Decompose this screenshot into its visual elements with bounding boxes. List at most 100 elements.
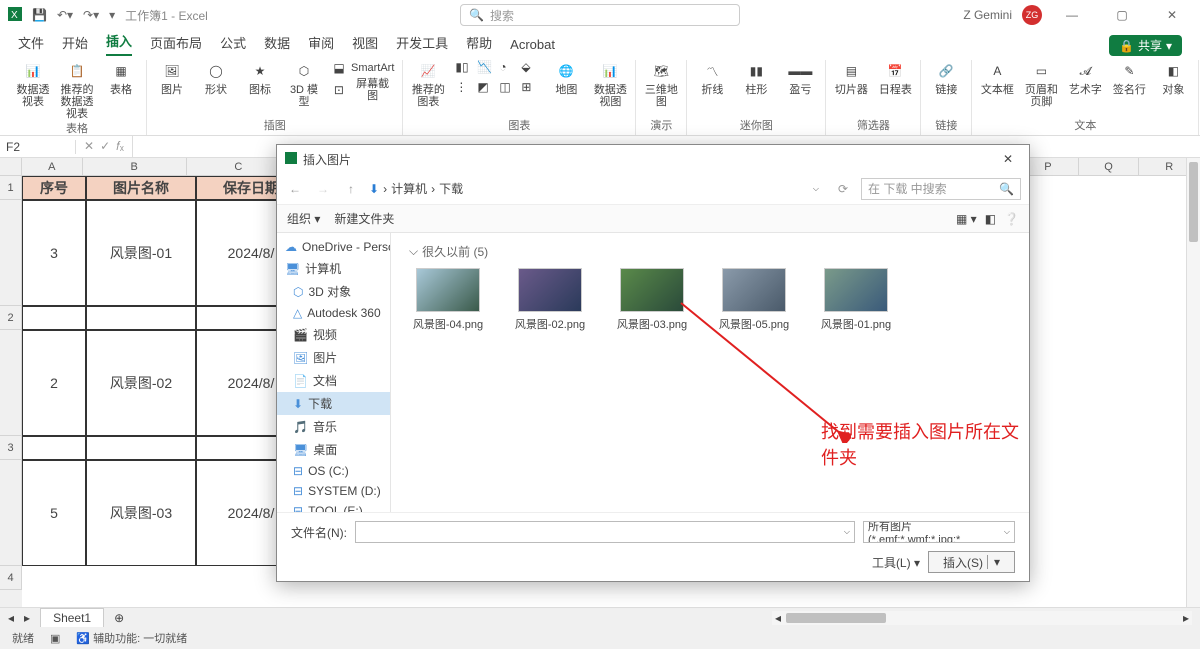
pictures-button[interactable]: 🖼图片 [155,60,189,96]
up-button[interactable]: ↑ [341,179,361,199]
chart-gallery[interactable]: ▮▯📉◔⬙ ⋮◩◫⊞ [455,60,539,96]
shapes-button[interactable]: ◯形状 [199,60,233,96]
nav-item[interactable]: 🖥桌面 [277,438,390,461]
close-button[interactable]: ✕ [1152,1,1192,29]
table-cell[interactable]: 风景图-02 [86,330,196,436]
nav-item[interactable]: ⊟SYSTEM (D:) [277,481,390,501]
back-button[interactable]: ← [285,179,305,199]
user-name[interactable]: Z Gemini [963,8,1012,22]
table-button[interactable]: ▦表格 [104,60,138,96]
share-button[interactable]: 🔒 共享 ▾ [1109,35,1182,56]
recommended-charts-button[interactable]: 📈推荐的图表 [411,60,445,108]
tab-insert[interactable]: 插入 [106,31,132,56]
column-header[interactable]: A [22,158,83,176]
sheet-nav-next[interactable]: ▸ [24,611,30,625]
nav-item[interactable]: 📄文档 [277,369,390,392]
tab-acrobat[interactable]: Acrobat [510,37,555,56]
forward-button[interactable]: → [313,179,333,199]
close-icon[interactable]: ✕ [995,149,1021,169]
sparkline-line-button[interactable]: 〽折线 [695,60,729,96]
horizontal-scrollbar[interactable]: ◂▸ [772,611,1192,625]
tab-dev[interactable]: 开发工具 [396,33,448,56]
timeline-button[interactable]: 📅日程表 [878,60,912,96]
slicer-button[interactable]: ▤切片器 [834,60,868,96]
link-button[interactable]: 🔗链接 [929,60,963,96]
sparkline-column-button[interactable]: ▮▮柱形 [739,60,773,96]
nav-item[interactable]: 🖥计算机 [277,257,390,280]
filename-input[interactable]: ⌵ [355,521,855,543]
qat-more-icon[interactable]: ▾ [109,8,115,22]
folder-tree[interactable]: ☁OneDrive - Perso🖥计算机⬡3D 对象△Autodesk 360… [277,233,391,512]
macro-record-icon[interactable]: ▣ [50,632,60,645]
tab-data[interactable]: 数据 [264,33,290,56]
file-group-header[interactable]: ⌵ 很久以前 (5) [409,243,1011,260]
new-folder-button[interactable]: 新建文件夹 [334,210,394,227]
row-header[interactable] [0,330,22,436]
table-header-cell[interactable]: 图片名称 [86,176,196,200]
signature-button[interactable]: ✎签名行 [1112,60,1146,96]
enter-icon[interactable]: ✓ [100,139,110,154]
tools-menu[interactable]: 工具(L) ▾ [872,554,920,571]
vertical-scrollbar[interactable] [1186,158,1200,607]
table-cell[interactable]: 5 [22,460,86,566]
file-item[interactable]: 风景图-02.png [511,268,589,332]
preview-pane-button[interactable]: ◧ [985,212,996,226]
table-cell[interactable]: 3 [22,200,86,306]
maximize-button[interactable]: ▢ [1102,1,1142,29]
nav-item[interactable]: ☁OneDrive - Perso [277,237,390,257]
row-header[interactable]: 4 [0,566,22,590]
nav-item[interactable]: ⬇下载 [277,392,390,415]
insert-button[interactable]: 插入(S) ▾ [928,551,1015,573]
nav-item[interactable]: △Autodesk 360 [277,303,390,323]
column-header[interactable]: Q [1079,158,1140,176]
fx-icon[interactable]: 𝑓ₓ [116,139,124,154]
sparkline-winloss-button[interactable]: ▬▬盈亏 [783,60,817,96]
pivot-table-button[interactable]: 📊数据透视表 [16,60,50,108]
map-button[interactable]: 🌐地图 [549,60,583,96]
recommended-pivot-button[interactable]: 📋推荐的数据透视表 [60,60,94,120]
table-cell[interactable]: 风景图-01 [86,200,196,306]
tab-pagelayout[interactable]: 页面布局 [150,33,202,56]
add-sheet-button[interactable]: ⊕ [114,611,124,625]
icons-button[interactable]: ★图标 [243,60,277,96]
file-item[interactable]: 风景图-04.png [409,268,487,332]
undo-icon[interactable]: ↶▾ [57,8,73,22]
file-type-filter[interactable]: 所有图片(*.emf;*.wmf;*.jpg;*⌵ [863,521,1015,543]
avatar[interactable]: ZG [1022,5,1042,25]
object-button[interactable]: ◧对象 [1156,60,1190,96]
header-footer-button[interactable]: ▭页眉和页脚 [1024,60,1058,108]
redo-icon[interactable]: ↷▾ [83,8,99,22]
cancel-icon[interactable]: ✕ [84,139,94,154]
tab-help[interactable]: 帮助 [466,33,492,56]
breadcrumb[interactable]: ⬇ ›计算机›下载 ⌵ [369,180,825,197]
3d-map-button[interactable]: 🗺三维地图 [644,60,678,108]
table-header-cell[interactable]: 序号 [22,176,86,200]
organize-menu[interactable]: 组织 ▾ [287,210,320,227]
sheet-nav-prev[interactable]: ◂ [8,611,14,625]
row-header[interactable] [0,200,22,306]
smartart-button[interactable]: ⬓SmartArt [331,60,394,76]
row-header[interactable]: 3 [0,436,22,460]
dialog-search[interactable]: 在 下载 中搜索🔍 [861,178,1021,200]
pivot-chart-button[interactable]: 📊数据透视图 [593,60,627,108]
refresh-button[interactable]: ⟳ [833,179,853,199]
file-list[interactable]: ⌵ 很久以前 (5) 风景图-04.png风景图-02.png风景图-03.pn… [391,233,1029,512]
row-header[interactable]: 1 [0,176,22,200]
help-icon[interactable]: ❔ [1004,212,1019,226]
wordart-button[interactable]: 𝓐艺术字 [1068,60,1102,96]
row-header[interactable]: 2 [0,306,22,330]
3d-models-button[interactable]: ⬡3D 模型 [287,60,321,108]
name-box[interactable]: F2 [0,140,76,154]
nav-item[interactable]: ⊟TOOL (E:) [277,501,390,512]
view-mode-button[interactable]: ▦ ▾ [956,212,977,226]
tab-home[interactable]: 开始 [62,33,88,56]
column-header[interactable]: B [83,158,187,176]
tab-formulas[interactable]: 公式 [220,33,246,56]
textbox-button[interactable]: A文本框 [980,60,1014,96]
search-box[interactable]: 🔍 搜索 [460,4,740,26]
tab-file[interactable]: 文件 [18,33,44,56]
table-cell[interactable]: 风景图-03 [86,460,196,566]
nav-item[interactable]: 🎵音乐 [277,415,390,438]
tab-review[interactable]: 审阅 [308,33,334,56]
nav-item[interactable]: 🖼图片 [277,346,390,369]
